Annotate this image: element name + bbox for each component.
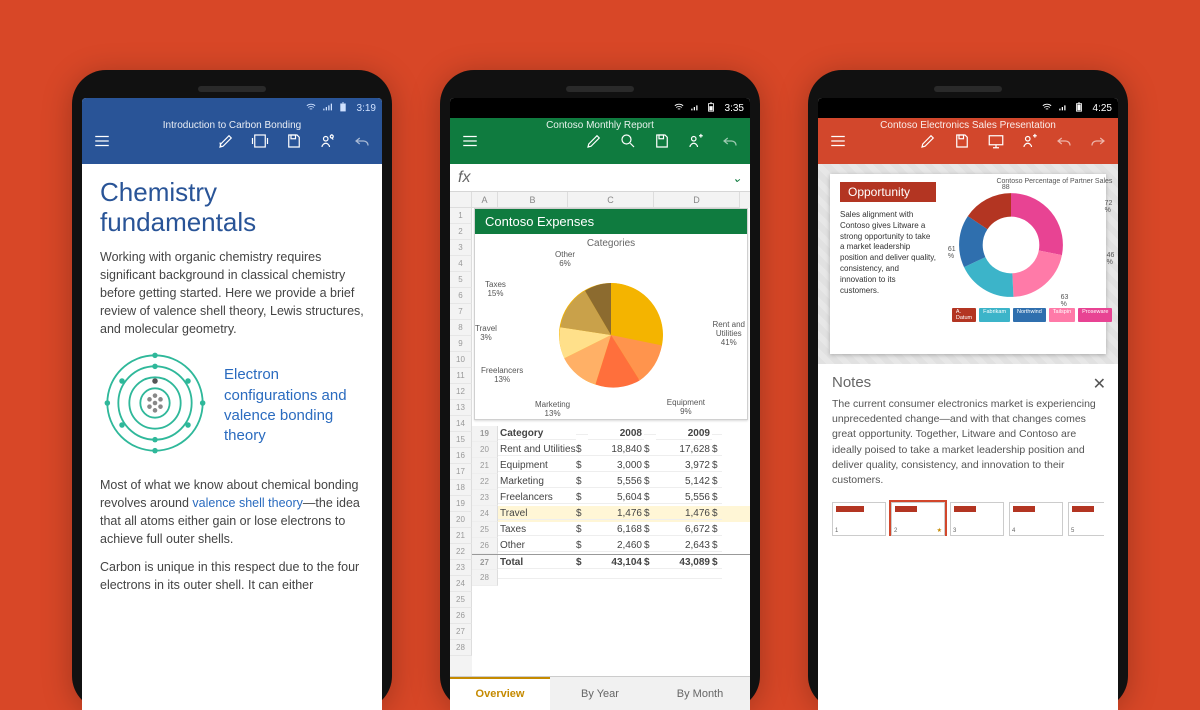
thumb-5[interactable]: 5 — [1068, 502, 1104, 536]
signal-icon — [689, 102, 701, 115]
chart-title: Contoso Expenses — [475, 209, 747, 234]
share-icon[interactable] — [686, 131, 706, 151]
slide-thumbnails: 1 2★ 3 4 5 ＋ — [832, 498, 1104, 536]
donut-chart: 88 72% 46% 63% 61% — [952, 186, 1113, 306]
menu-button[interactable] — [460, 131, 480, 151]
pie-label: Other6% — [555, 251, 575, 269]
doc-title: Contoso Electronics Sales Presentation — [818, 120, 1118, 131]
pie-chart: Rent andUtilities41% Equipment9% Marketi… — [475, 251, 747, 419]
phone-word: 3:19 Introduction to Carbon Bonding Chem… — [72, 70, 392, 710]
ppt-toolbar: Contoso Electronics Sales Presentation — [818, 118, 1118, 164]
slide-title: Opportunity — [840, 182, 936, 202]
status-bar: 4:25 — [818, 98, 1118, 118]
redo-icon[interactable] — [1088, 131, 1108, 151]
share-icon[interactable] — [1020, 131, 1040, 151]
thumb-4[interactable]: 4 — [1009, 502, 1063, 536]
formula-bar[interactable]: fx ⌄ — [450, 164, 750, 192]
battery-icon — [1073, 102, 1085, 115]
status-clock: 4:25 — [1093, 103, 1112, 114]
pie-label: Taxes15% — [485, 281, 506, 299]
status-clock: 3:35 — [725, 103, 744, 114]
doc-title: Introduction to Carbon Bonding — [82, 120, 382, 131]
sheet-tabs: Overview By Year By Month — [450, 676, 750, 710]
status-bar: 3:19 — [82, 98, 382, 118]
status-bar: 3:35 — [450, 98, 750, 118]
chevron-down-icon[interactable]: ⌄ — [732, 171, 742, 185]
excel-toolbar: Contoso Monthly Report — [450, 118, 750, 164]
undo-icon[interactable] — [1054, 131, 1074, 151]
share-icon[interactable] — [318, 131, 338, 151]
link-valence-shell[interactable]: valence shell theory — [192, 496, 302, 510]
spreadsheet[interactable]: A BC D 123456789101112131415161718192021… — [450, 192, 750, 710]
notes-panel[interactable]: ✕ Notes The current consumer electronics… — [818, 364, 1118, 710]
phone-speaker — [566, 86, 634, 92]
read-mode-icon[interactable] — [250, 131, 270, 151]
signal-icon — [321, 102, 333, 115]
pie-label: Equipment9% — [667, 399, 705, 417]
phone-speaker — [198, 86, 266, 92]
close-icon[interactable]: ✕ — [1093, 374, 1106, 394]
status-clock: 3:19 — [357, 103, 376, 114]
current-slide: Opportunity Sales alignment with Contoso… — [830, 174, 1106, 354]
wifi-icon — [305, 102, 317, 115]
search-icon[interactable] — [618, 131, 638, 151]
row-numbers: 1234567891011121314151617181920212223242… — [450, 208, 472, 676]
phone-powerpoint: 4:25 Contoso Electronics Sales Presentat… — [808, 70, 1128, 710]
menu-button[interactable] — [828, 131, 848, 151]
thumb-1[interactable]: 1 — [832, 502, 886, 536]
battery-icon — [337, 102, 349, 115]
paragraph-3: Carbon is unique in this respect due to … — [100, 558, 364, 594]
fx-label: fx — [458, 169, 470, 187]
atom-diagram — [100, 348, 210, 463]
notes-heading: Notes — [832, 374, 1104, 391]
slide-stage[interactable]: Opportunity Sales alignment with Contoso… — [818, 164, 1118, 364]
embedded-chart[interactable]: Contoso Expenses Categories — [474, 208, 748, 420]
phone-speaker — [934, 86, 1002, 92]
pie-label: Marketing13% — [535, 401, 570, 419]
thumb-2[interactable]: 2★ — [891, 502, 945, 536]
battery-icon — [705, 102, 717, 115]
phone-excel: 3:35 Contoso Monthly Report fx ⌄ A BC — [440, 70, 760, 710]
slide-chart-title: Contoso Percentage of Partner Sales — [952, 178, 1113, 186]
thumb-3[interactable]: 3 — [950, 502, 1004, 536]
menu-button[interactable] — [92, 131, 112, 151]
notes-text: The current consumer electronics market … — [832, 397, 1104, 488]
chart-subtitle: Categories — [475, 238, 747, 249]
pie-label: Rent andUtilities41% — [713, 321, 745, 347]
edit-icon[interactable] — [216, 131, 236, 151]
save-icon[interactable] — [284, 131, 304, 151]
chart-legend: A. Datum Fabrikam Northwind Tailspin Pro… — [952, 308, 1113, 322]
data-table[interactable]: 19Category2008200920Rent and Utilities$1… — [472, 426, 750, 586]
intro-paragraph: Working with organic chemistry requires … — [100, 248, 364, 339]
tab-by-month[interactable]: By Month — [650, 677, 750, 710]
paragraph-2: Most of what we know about chemical bond… — [100, 476, 364, 549]
undo-icon[interactable] — [720, 131, 740, 151]
figure-caption: Electron configurations and valence bond… — [224, 365, 364, 446]
signal-icon — [1057, 102, 1069, 115]
word-document[interactable]: Chemistry fundamentals Working with orga… — [82, 164, 382, 710]
present-icon[interactable] — [986, 131, 1006, 151]
wifi-icon — [673, 102, 685, 115]
edit-icon[interactable] — [918, 131, 938, 151]
slide-body: Sales alignment with Contoso gives Litwa… — [840, 210, 936, 296]
save-icon[interactable] — [652, 131, 672, 151]
tab-by-year[interactable]: By Year — [550, 677, 650, 710]
doc-title: Contoso Monthly Report — [450, 120, 750, 131]
edit-icon[interactable] — [584, 131, 604, 151]
word-toolbar: Introduction to Carbon Bonding — [82, 118, 382, 164]
column-headers: A BC D — [450, 192, 750, 208]
save-icon[interactable] — [952, 131, 972, 151]
tab-overview[interactable]: Overview — [450, 677, 550, 710]
heading: Chemistry fundamentals — [100, 178, 364, 238]
pie-label: Travel3% — [475, 325, 497, 343]
wifi-icon — [1041, 102, 1053, 115]
pie-label: Freelancers13% — [481, 367, 523, 385]
undo-icon[interactable] — [352, 131, 372, 151]
